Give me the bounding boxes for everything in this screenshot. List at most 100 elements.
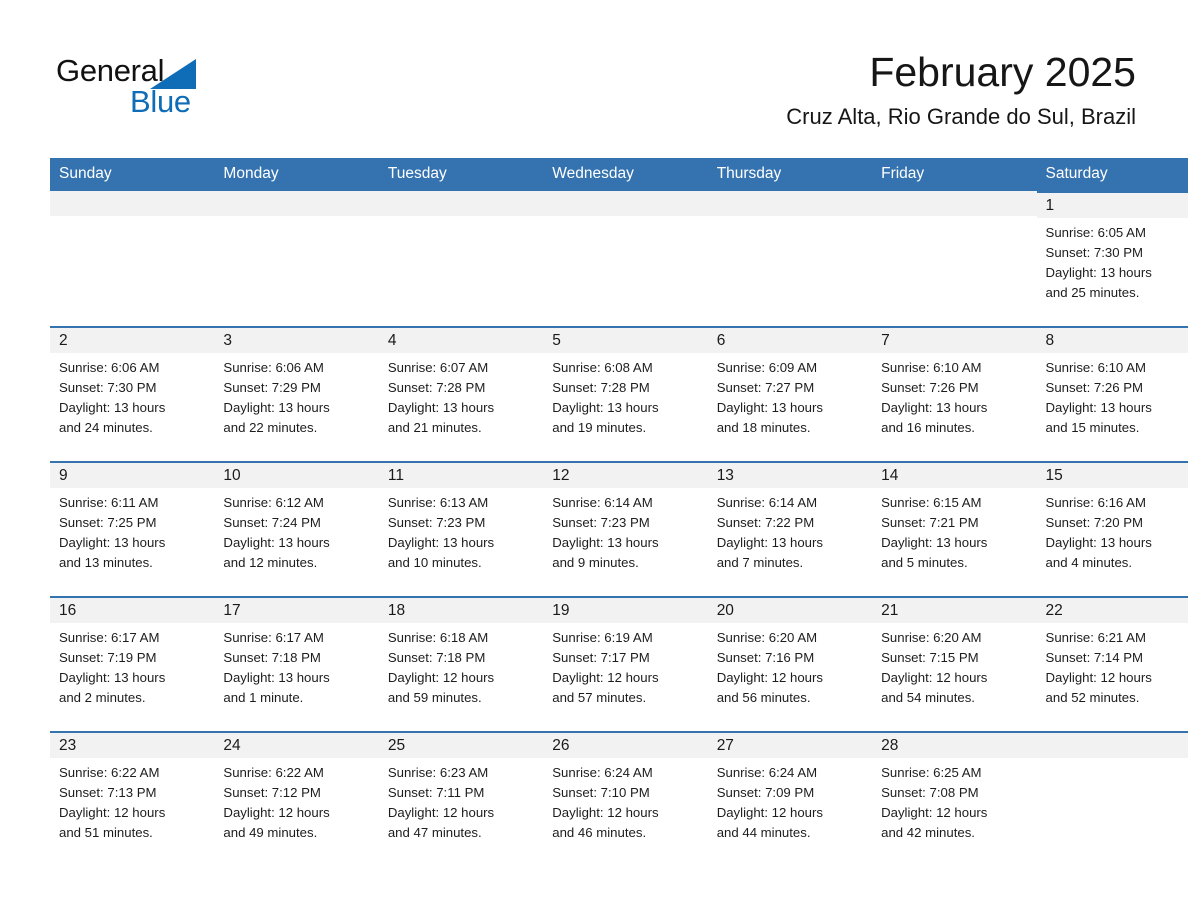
day-number-band: 4 [378,328,544,353]
calendar-day-cell[interactable]: 4 Sunrise: 6:07 AM Sunset: 7:28 PM Daylight… [378,326,544,461]
day-number-band [872,191,1037,216]
day-info-line: Daylight: 13 hours [1045,265,1152,280]
day-info-line: and 13 minutes. [59,555,153,570]
calendar-day-cell[interactable]: 10 Sunrise: 6:12 AM Sunset: 7:24 PM Dayligh… [214,461,379,596]
day-info-line: Sunset: 7:19 PM [59,650,157,665]
calendar-day-cell[interactable]: 23 Sunrise: 6:22 AM Sunset: 7:13 PM Dayligh… [50,731,215,866]
day-number-band: 5 [543,328,708,353]
calendar-header-row: Sunday Monday Tuesday Wednesday Thursday… [50,158,1188,191]
calendar-day-cell[interactable]: 21 Sunrise: 6:20 AM Sunset: 7:15 PM Dayligh… [872,596,1037,731]
calendar-day-cell[interactable]: 24 Sunrise: 6:22 AM Sunset: 7:12 PM Dayligh… [214,731,379,866]
day-info-line: and 52 minutes. [1045,690,1140,705]
day-info-line: Daylight: 13 hours [552,535,659,550]
calendar-day-cell[interactable]: 17 Sunrise: 6:17 AM Sunset: 7:18 PM Dayligh… [214,596,379,731]
weekday-header-friday: Friday [872,158,1037,191]
day-info-line: Sunrise: 6:05 AM [1045,225,1146,240]
calendar-day-cell[interactable]: 22 Sunrise: 6:21 AM Sunset: 7:14 PM Dayligh… [1036,596,1188,731]
calendar-day-cell[interactable]: 28 Sunrise: 6:25 AM Sunset: 7:08 PM Dayligh… [872,731,1037,866]
calendar-day-cell[interactable]: 2 Sunrise: 6:06 AM Sunset: 7:30 PM Daylight… [50,326,215,461]
day-sun-info: Sunrise: 6:22 AM Sunset: 7:12 PM Daylight:… [214,758,378,843]
day-sun-info: Sunrise: 6:21 AM Sunset: 7:14 PM Daylight:… [1037,623,1188,708]
day-cell-inner: 7 Sunrise: 6:10 AM Sunset: 7:26 PM Daylight… [872,326,1037,461]
calendar-day-cell[interactable]: 25 Sunrise: 6:23 AM Sunset: 7:11 PM Dayligh… [378,731,544,866]
day-number-band: 11 [378,463,544,488]
day-info-line: Sunset: 7:09 PM [716,785,815,800]
day-sun-info [872,216,1036,221]
calendar-day-cell[interactable]: 11 Sunrise: 6:13 AM Sunset: 7:23 PM Dayligh… [378,461,544,596]
calendar-day-cell[interactable]: 15 Sunrise: 6:16 AM Sunset: 7:20 PM Dayligh… [1036,461,1188,596]
day-sun-info: Sunrise: 6:10 AM Sunset: 7:26 PM Daylight:… [1037,353,1188,438]
calendar-day-cell[interactable]: 1 Sunrise: 6:05 AM Sunset: 7:30 PM Daylight… [1036,191,1188,326]
day-info-line: Daylight: 13 hours [59,670,166,685]
calendar-day-cell[interactable]: 13 Sunrise: 6:14 AM Sunset: 7:22 PM Dayligh… [707,461,873,596]
calendar-day-cell[interactable]: 7 Sunrise: 6:10 AM Sunset: 7:26 PM Daylight… [872,326,1037,461]
day-sun-info: Sunrise: 6:09 AM Sunset: 7:27 PM Daylight:… [708,353,872,438]
day-cell-inner: 1 Sunrise: 6:05 AM Sunset: 7:30 PM Daylight… [1036,191,1188,326]
day-info-line: and 42 minutes. [881,825,975,840]
calendar-day-cell[interactable]: 18 Sunrise: 6:18 AM Sunset: 7:18 PM Dayligh… [378,596,544,731]
day-info-line: Sunrise: 6:24 AM [552,765,653,780]
calendar-day-cell[interactable]: 9 Sunrise: 6:11 AM Sunset: 7:25 PM Daylight… [50,461,215,596]
day-info-line: Daylight: 13 hours [1045,400,1152,415]
day-number-band: 16 [50,598,215,623]
calendar-day-cell[interactable]: 27 Sunrise: 6:24 AM Sunset: 7:09 PM Dayligh… [707,731,873,866]
day-info-line: Sunrise: 6:25 AM [881,765,982,780]
day-number: 14 [881,467,899,484]
day-info-line: Daylight: 12 hours [716,670,823,685]
day-number-band: 24 [214,733,379,758]
day-info-line: Daylight: 12 hours [881,805,988,820]
day-number: 26 [552,737,570,754]
calendar-day-cell[interactable]: 19 Sunrise: 6:19 AM Sunset: 7:17 PM Dayligh… [543,596,708,731]
general-blue-logo[interactable]: General Blue [56,52,236,128]
day-sun-info: Sunrise: 6:10 AM Sunset: 7:26 PM Daylight:… [872,353,1036,438]
day-info-line: Sunrise: 6:20 AM [716,630,818,645]
day-cell-inner: 2 Sunrise: 6:06 AM Sunset: 7:30 PM Daylight… [50,326,215,461]
calendar-day-cell[interactable]: 16 Sunrise: 6:17 AM Sunset: 7:19 PM Dayligh… [50,596,215,731]
calendar-day-cell[interactable]: 14 Sunrise: 6:15 AM Sunset: 7:21 PM Dayligh… [872,461,1037,596]
day-info-line: Sunrise: 6:09 AM [716,360,818,375]
day-cell-inner: 12 Sunrise: 6:14 AM Sunset: 7:23 PM Dayligh… [543,461,708,596]
page-title: February 2025 [869,49,1136,95]
calendar-day-cell[interactable]: 3 Sunrise: 6:06 AM Sunset: 7:29 PM Daylight… [214,326,379,461]
day-info-line: Sunrise: 6:12 AM [223,495,324,510]
day-info-line: Sunset: 7:10 PM [552,785,650,800]
weekday-header-monday: Monday [214,158,379,191]
day-sun-info: Sunrise: 6:17 AM Sunset: 7:18 PM Daylight:… [214,623,378,708]
day-number-band: 26 [543,733,708,758]
day-cell-inner: 22 Sunrise: 6:21 AM Sunset: 7:14 PM Dayligh… [1036,596,1188,731]
day-info-line: Sunset: 7:27 PM [716,380,815,395]
day-info-line: Sunrise: 6:10 AM [881,360,982,375]
day-number: 18 [387,602,406,619]
calendar-day-cell[interactable]: 5 Sunrise: 6:08 AM Sunset: 7:28 PM Daylight… [543,326,708,461]
day-number: 24 [223,737,241,754]
day-cell-inner: 14 Sunrise: 6:15 AM Sunset: 7:21 PM Dayligh… [872,461,1037,596]
calendar-day-cell[interactable]: 8 Sunrise: 6:10 AM Sunset: 7:26 PM Daylight… [1036,326,1188,461]
day-info-line: Sunrise: 6:15 AM [881,495,982,510]
day-cell-inner [214,191,379,326]
day-sun-info: Sunrise: 6:15 AM Sunset: 7:21 PM Daylight:… [872,488,1036,573]
calendar-day-cell[interactable]: 6 Sunrise: 6:09 AM Sunset: 7:27 PM Daylight… [707,326,873,461]
day-info-line: Sunset: 7:26 PM [881,380,979,395]
day-info-line: Sunset: 7:30 PM [1045,245,1144,260]
day-info-line: and 25 minutes. [1045,285,1140,300]
day-cell-inner: 28 Sunrise: 6:25 AM Sunset: 7:08 PM Dayligh… [872,731,1037,866]
day-info-line: Daylight: 13 hours [716,535,823,550]
day-cell-inner: 13 Sunrise: 6:14 AM Sunset: 7:22 PM Dayligh… [707,461,873,596]
day-cell-inner: 3 Sunrise: 6:06 AM Sunset: 7:29 PM Daylight… [214,326,379,461]
day-info-line: and 9 minutes. [552,555,639,570]
day-number-band: 27 [707,733,873,758]
day-info-line: Daylight: 12 hours [552,670,659,685]
calendar-day-cell[interactable]: 26 Sunrise: 6:24 AM Sunset: 7:10 PM Dayligh… [543,731,708,866]
day-info-line: Sunrise: 6:06 AM [59,360,160,375]
calendar-week-row: 23 Sunrise: 6:22 AM Sunset: 7:13 PM Dayligh… [50,731,1188,866]
day-info-line: Sunset: 7:23 PM [552,515,650,530]
calendar-day-cell[interactable]: 20 Sunrise: 6:20 AM Sunset: 7:16 PM Dayligh… [707,596,873,731]
day-sun-info [708,216,872,221]
day-number-band: 20 [707,598,873,623]
day-sun-info: Sunrise: 6:25 AM Sunset: 7:08 PM Daylight:… [872,758,1036,843]
day-info-line: Sunset: 7:14 PM [1045,650,1144,665]
day-info-line: Sunset: 7:24 PM [223,515,321,530]
day-number-band: 22 [1036,598,1188,623]
calendar-day-cell[interactable]: 12 Sunrise: 6:14 AM Sunset: 7:23 PM Dayligh… [543,461,708,596]
day-number-band: 25 [378,733,544,758]
